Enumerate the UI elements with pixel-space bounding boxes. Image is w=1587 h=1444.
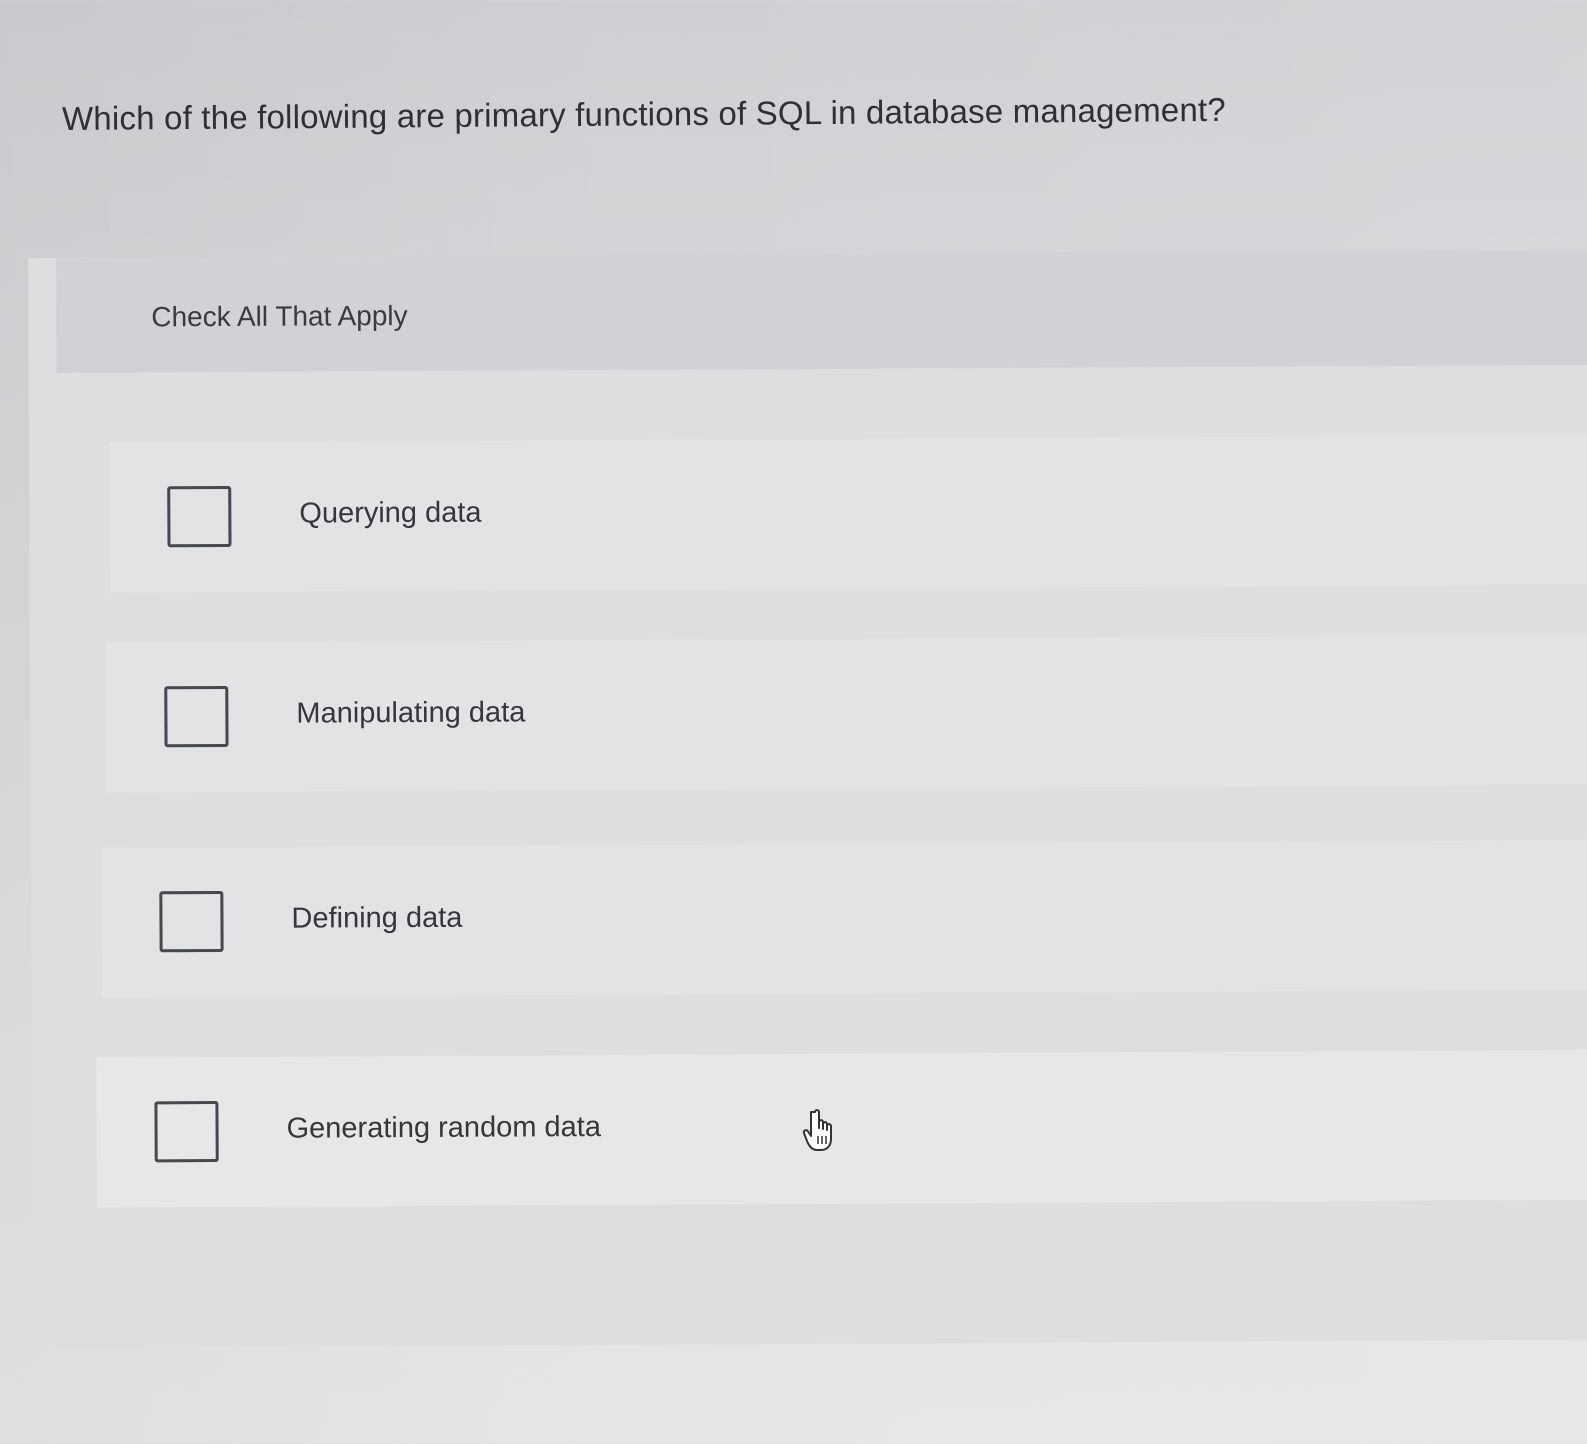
option-label[interactable]: Defining data: [291, 902, 462, 936]
checkbox-manipulating-data[interactable]: [164, 685, 229, 748]
option-generating-random-data[interactable]: Generating random data: [96, 1049, 1587, 1208]
option-defining-data[interactable]: Defining data: [101, 839, 1587, 998]
option-label[interactable]: Manipulating data: [296, 696, 525, 730]
instruction-text: Check All That Apply: [151, 300, 408, 333]
option-manipulating-data[interactable]: Manipulating data: [106, 634, 1587, 793]
pointing-hand-icon: [802, 1109, 832, 1151]
option-label[interactable]: Generating random data: [286, 1111, 601, 1146]
option-label[interactable]: Querying data: [299, 497, 481, 531]
checkbox-defining-data[interactable]: [159, 890, 224, 953]
answer-panel: Check All That Apply Querying data Manip…: [28, 249, 1587, 1348]
question-text: Which of the following are primary funct…: [61, 90, 1227, 137]
option-querying-data[interactable]: Querying data: [108, 434, 1587, 593]
checkbox-querying-data[interactable]: [167, 485, 232, 548]
panel-header: Check All That Apply: [55, 249, 1587, 373]
checkbox-generating-random-data[interactable]: [154, 1101, 219, 1163]
